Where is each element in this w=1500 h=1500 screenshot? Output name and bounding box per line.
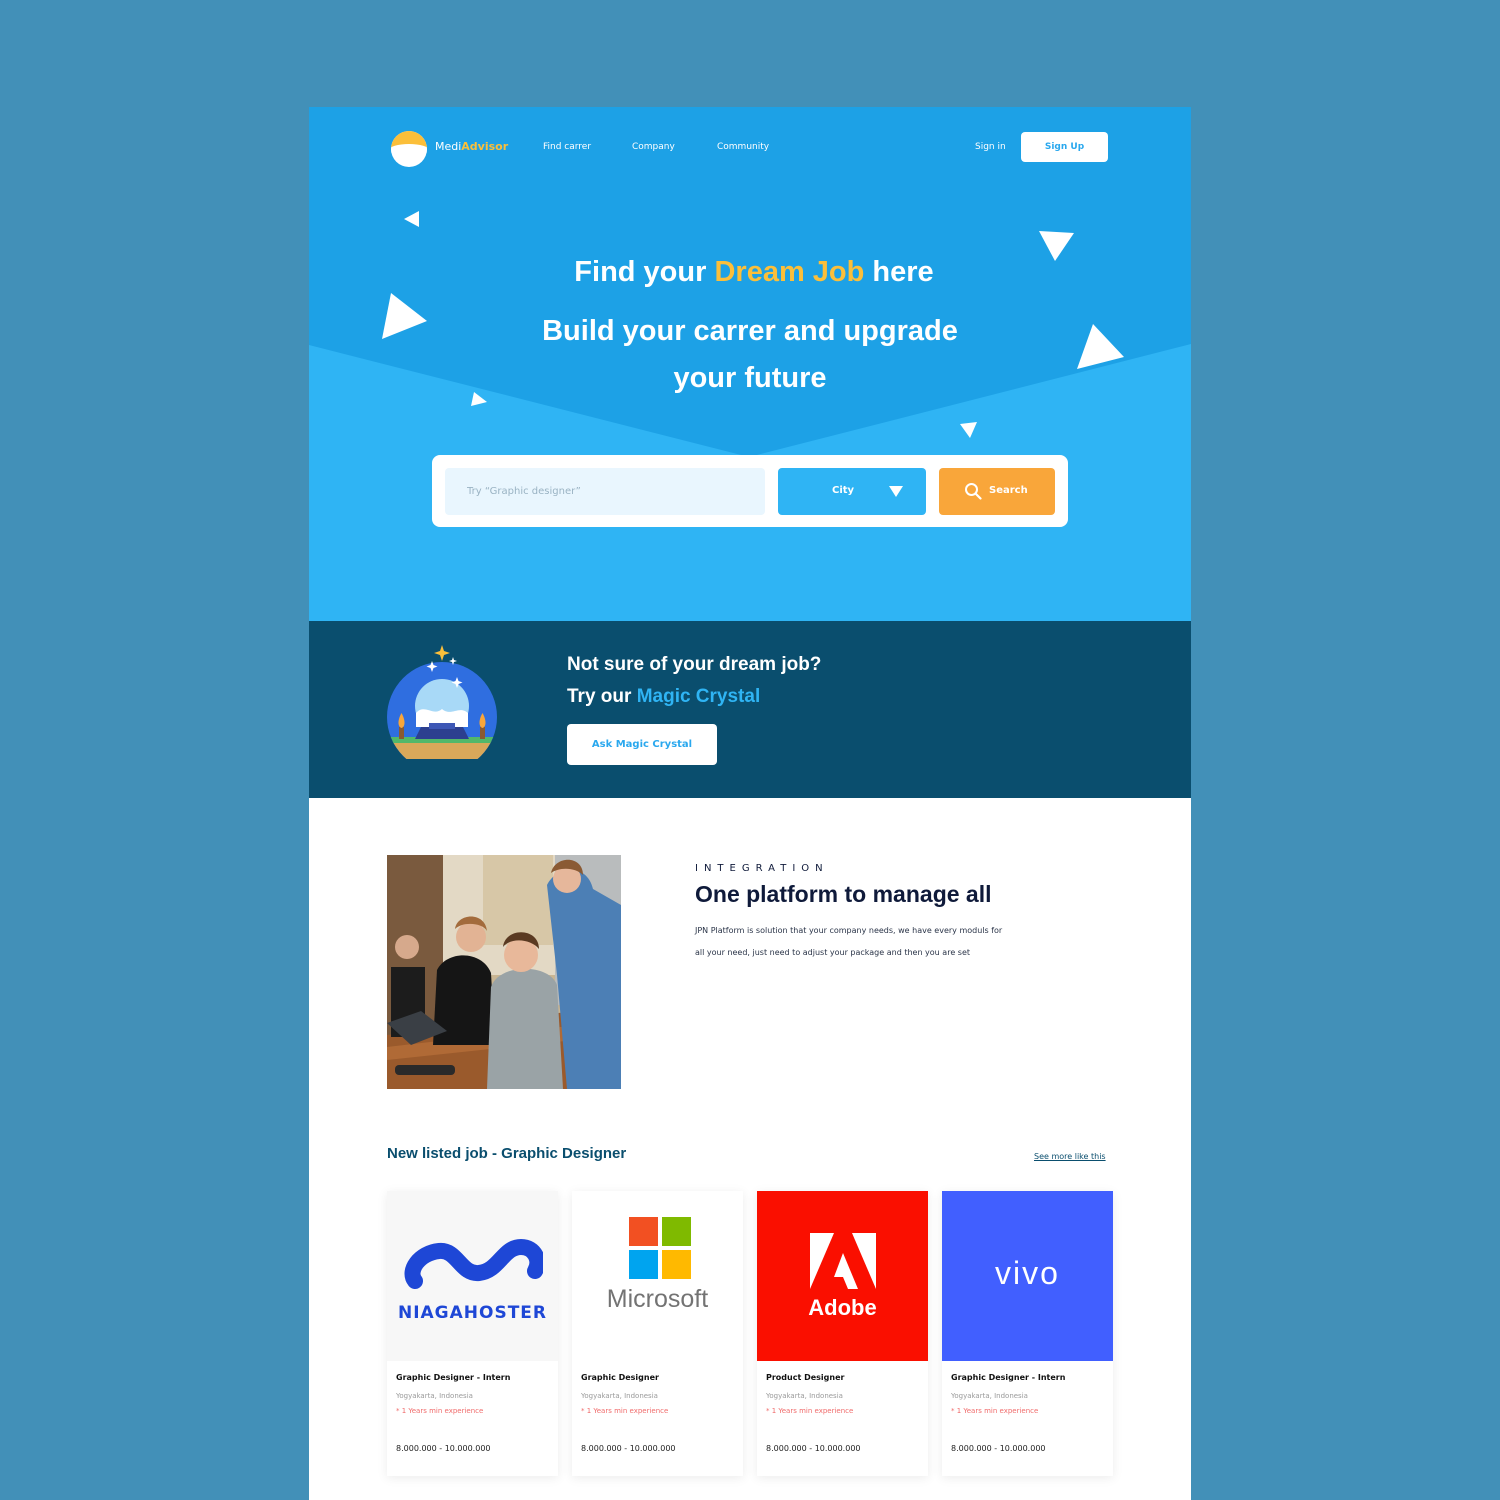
integration-description: JPN Platform is solution that your compa…: [695, 926, 1003, 957]
navbar: MediAdvisor Find carrer Company Communit…: [309, 107, 1191, 187]
sign-up-button[interactable]: Sign Up: [1021, 132, 1108, 162]
job-card[interactable]: Microsoft Graphic Designer Yogyakarta, I…: [572, 1191, 743, 1476]
job-title: Graphic Designer - Intern: [951, 1373, 1066, 1382]
job-search-input[interactable]: [445, 468, 765, 515]
company-logo-vivo: vivo: [942, 1191, 1113, 1361]
see-more-link[interactable]: See more like this: [1034, 1152, 1106, 1161]
nav-link-find-carrer[interactable]: Find carrer: [543, 142, 591, 152]
job-location: Yogyakarta, Indonesia: [581, 1392, 658, 1400]
job-experience: * 1 Years min experience: [766, 1407, 854, 1415]
ask-magic-crystal-button[interactable]: Ask Magic Crystal: [567, 724, 717, 765]
company-logo-adobe: Adobe: [757, 1191, 928, 1361]
sign-in-link[interactable]: Sign in: [975, 142, 1006, 152]
jobs-section-title: New listed job - Graphic Designer: [387, 1145, 627, 1162]
job-location: Yogyakarta, Indonesia: [951, 1392, 1028, 1400]
job-salary: 8.000.000 - 10.000.000: [396, 1444, 491, 1453]
search-button-label: Search: [989, 485, 1028, 496]
job-location: Yogyakarta, Indonesia: [396, 1392, 473, 1400]
integration-title: One platform to manage all: [695, 881, 992, 907]
job-experience: * 1 Years min experience: [396, 1407, 484, 1415]
nav-link-company[interactable]: Company: [632, 142, 675, 152]
search-icon: [965, 483, 982, 500]
job-experience: * 1 Years min experience: [951, 1407, 1039, 1415]
job-title: Graphic Designer: [581, 1373, 659, 1382]
job-location: Yogyakarta, Indonesia: [766, 1392, 843, 1400]
job-title: Graphic Designer - Intern: [396, 1373, 511, 1382]
brand-logo-icon[interactable]: [391, 131, 427, 167]
job-search-bar: City Search: [432, 455, 1068, 527]
team-photo: [387, 855, 621, 1089]
job-salary: 8.000.000 - 10.000.000: [581, 1444, 676, 1453]
company-logo-microsoft: Microsoft: [572, 1191, 743, 1361]
job-card[interactable]: vivo Graphic Designer - Intern Yogyakart…: [942, 1191, 1113, 1476]
job-card[interactable]: Adobe Product Designer Yogyakarta, Indon…: [757, 1191, 928, 1476]
integration-eyebrow: INTEGRATION: [695, 863, 829, 874]
company-logo-niagahoster: NIAGAHOSTER: [387, 1191, 558, 1361]
job-salary: 8.000.000 - 10.000.000: [951, 1444, 1046, 1453]
triangle-decoration-icon: [404, 211, 419, 227]
city-dropdown-label: City: [832, 485, 855, 496]
magic-heading: Not sure of your dream job?: [567, 654, 822, 675]
job-experience: * 1 Years min experience: [581, 1407, 669, 1415]
hero-section: MediAdvisor Find carrer Company Communit…: [309, 107, 1191, 621]
magic-subheading: Try our Magic Crystal: [567, 686, 761, 707]
hero-subheading: Build your carrer and upgrade your future: [542, 315, 958, 394]
city-dropdown[interactable]: City: [778, 468, 926, 515]
landing-page: MediAdvisor Find carrer Company Communit…: [309, 107, 1191, 1500]
brand-name[interactable]: MediAdvisor: [435, 140, 508, 153]
job-card[interactable]: NIAGAHOSTER Graphic Designer - Intern Yo…: [387, 1191, 558, 1476]
search-button[interactable]: Search: [939, 468, 1055, 515]
hero-heading: Find your Dream Job here: [574, 256, 934, 288]
job-salary: 8.000.000 - 10.000.000: [766, 1444, 861, 1453]
job-title: Product Designer: [766, 1373, 845, 1382]
magic-crystal-section: Not sure of your dream job? Try our Magi…: [309, 621, 1191, 798]
triangle-decoration-icon: [960, 422, 977, 438]
nav-link-community[interactable]: Community: [717, 142, 769, 152]
caret-down-icon: [889, 486, 903, 497]
magic-crystal-icon: [387, 645, 497, 759]
